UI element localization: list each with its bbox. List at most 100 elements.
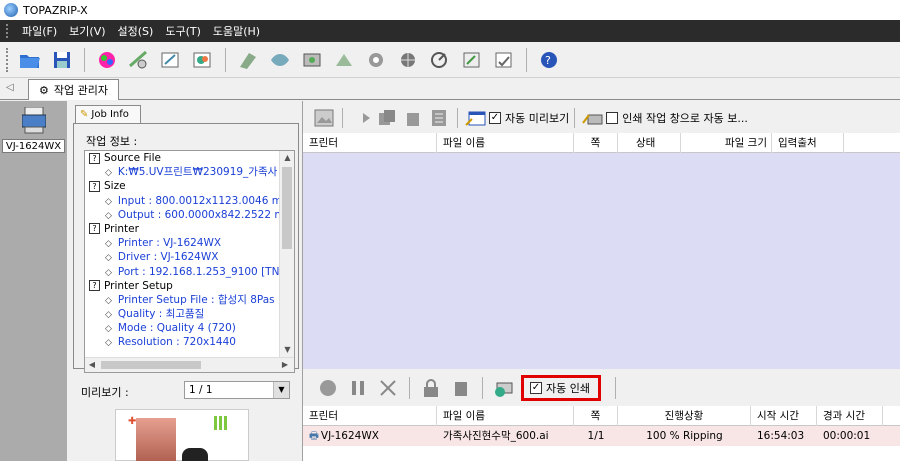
col-input-source[interactable]: 입력출처 — [772, 133, 844, 153]
chevron-down-icon[interactable]: ▼ — [273, 382, 289, 398]
tree-section[interactable]: ? Size — [85, 179, 280, 193]
diamond-bullet-icon: ◇ — [105, 239, 112, 250]
auto-print-icon[interactable] — [492, 376, 516, 400]
tree-section[interactable]: ? Source File — [85, 151, 280, 165]
tree-item[interactable]: ◇ Mode : Quality 4 (720) — [85, 321, 280, 335]
tool-g-icon[interactable] — [428, 48, 452, 72]
preview-row: 미리보기 : 1 / 1 ▼ — [81, 381, 293, 401]
preview-image-pattern — [214, 416, 228, 430]
printer-tile[interactable]: VJ-1624WX — [2, 105, 65, 155]
print-toolbar: ✓ 자동 인쇄 — [303, 371, 900, 405]
tree-horizontal-scrollbar[interactable]: ◀ ▶ — [85, 357, 294, 372]
col2-printer[interactable]: 프린터 — [303, 406, 437, 426]
job-properties-icon[interactable] — [428, 107, 450, 129]
preview-thumbnail: ✚ — [115, 409, 249, 461]
menu-view[interactable]: 보기(V) — [63, 23, 111, 39]
tool-b-icon[interactable] — [268, 48, 292, 72]
main-toolbar: ? — [0, 42, 900, 78]
tree-item[interactable]: ◇ Quality : 최고품질 — [85, 307, 280, 321]
scroll-right-icon[interactable]: ▶ — [278, 358, 292, 372]
cancel-icon[interactable] — [376, 376, 400, 400]
pause-icon[interactable] — [346, 376, 370, 400]
col-printer[interactable]: 프린터 — [303, 133, 437, 153]
col2-page[interactable]: 쪽 — [574, 406, 618, 426]
col-file-name[interactable]: 파일 이름 — [437, 133, 574, 153]
tree-vertical-scrollbar[interactable]: ▲ ▼ — [279, 151, 294, 357]
edit-icon[interactable] — [159, 48, 183, 72]
tree-text: Mode : Quality 4 (720) — [117, 322, 236, 335]
menu-help[interactable]: 도움말(H) — [207, 23, 266, 39]
remove-job-icon[interactable] — [449, 376, 473, 400]
menu-settings[interactable]: 설정(S) — [112, 23, 160, 39]
tab-scroll-left-icon[interactable]: ◁ — [6, 82, 14, 93]
auto-preview-checkbox[interactable]: ✓ — [489, 112, 501, 124]
menu-file[interactable]: 파일(F) — [16, 23, 63, 39]
print-window-icon[interactable] — [582, 107, 604, 129]
auto-print-toggle[interactable]: ✓ 자동 인쇄 — [521, 375, 601, 401]
tool-e-icon[interactable] — [364, 48, 388, 72]
tool-d-icon[interactable] — [332, 48, 356, 72]
tree-item[interactable]: ◇ Printer Setup File : 합성지 8Pas — [85, 293, 280, 307]
delete-job-icon[interactable] — [402, 107, 424, 129]
tree-text: Printer — [104, 222, 139, 235]
help-box-icon: ? — [89, 223, 100, 235]
move-job-icon[interactable] — [350, 107, 372, 129]
tree-text: Size — [104, 180, 126, 193]
scroll-up-icon[interactable]: ▲ — [280, 151, 294, 165]
col2-file-name[interactable]: 파일 이름 — [437, 406, 574, 426]
calibration-icon[interactable] — [127, 48, 151, 72]
col-file-size[interactable]: 파일 크기 — [681, 133, 772, 153]
queue-toolbar: ✓ 자동 미리보기 인쇄 작업 창으로 자동 보... — [303, 105, 900, 131]
tree-item[interactable]: ◇ Port : 192.168.1.253_9100 [TNS — [85, 265, 280, 279]
tree-item[interactable]: ◇ Resolution : 720x1440 — [85, 335, 280, 349]
row-progress: 100 % Ripping — [646, 430, 723, 442]
print-window-label: 인쇄 작업 창으로 자동 보... — [622, 112, 748, 125]
profile-icon[interactable] — [191, 48, 215, 72]
col2-progress[interactable]: 진행상황 — [618, 406, 751, 426]
lock-icon[interactable] — [419, 376, 443, 400]
col-page[interactable]: 쪽 — [574, 133, 618, 153]
tree-item[interactable]: ◇ Output : 600.0000x842.2522 mm — [85, 208, 280, 222]
view-image-icon[interactable] — [313, 107, 335, 129]
print-start-icon[interactable] — [316, 376, 340, 400]
hscroll-thumb[interactable] — [101, 361, 201, 369]
tree-item[interactable]: ◇ K:₩5.UV프린트₩230919_가족사 — [85, 165, 280, 179]
tree-section[interactable]: ? Printer Setup — [85, 279, 280, 293]
col2-start-time[interactable]: 시작 시간 — [751, 406, 817, 426]
auto-preview-icon[interactable] — [465, 107, 487, 129]
tool-c-icon[interactable] — [300, 48, 324, 72]
printer-icon — [21, 106, 47, 135]
tree-item[interactable]: ◇ Driver : VJ-1624WX — [85, 250, 280, 264]
print-window-checkbox[interactable] — [606, 112, 619, 124]
tab-job-info[interactable]: ✎ Job Info — [75, 105, 141, 123]
tree-item[interactable]: ◇ Input : 800.0012x1123.0046 mm — [85, 194, 280, 208]
tab-job-manager[interactable]: ⚙ 작업 관리자 — [28, 79, 119, 100]
open-folder-icon[interactable] — [18, 48, 42, 72]
job-info-tree[interactable]: ? Source File ◇ K:₩5.UV프린트₩230919_가족사? Size ◇… — [84, 150, 295, 373]
color-settings-icon[interactable] — [95, 48, 119, 72]
print-table-empty-area[interactable] — [303, 446, 900, 461]
tool-f-icon[interactable] — [396, 48, 420, 72]
tool-h-icon[interactable] — [460, 48, 484, 72]
tool-a-icon[interactable] — [236, 48, 260, 72]
scroll-left-icon[interactable]: ◀ — [85, 358, 99, 372]
tree-section[interactable]: ? Printer — [85, 222, 280, 236]
copy-job-icon[interactable] — [376, 107, 398, 129]
save-icon[interactable] — [50, 48, 74, 72]
menu-bar: 파일(F) 보기(V) 설정(S) 도구(T) 도움말(H) — [0, 20, 900, 42]
row-page: 1/1 — [587, 430, 605, 442]
menu-tools[interactable]: 도구(T) — [159, 23, 207, 39]
scroll-thumb[interactable] — [282, 167, 292, 249]
queue-table-body[interactable] — [303, 153, 900, 369]
col-status[interactable]: 상태 — [618, 133, 681, 153]
table-row[interactable]: 🖶 VJ-1624WX 가족사진현수막_600.ai 1/1 100 % Ripp… — [303, 426, 900, 446]
help-icon[interactable]: ? — [537, 48, 561, 72]
scroll-down-icon[interactable]: ▼ — [280, 343, 294, 357]
tree-item[interactable]: ◇ Printer : VJ-1624WX — [85, 236, 280, 250]
tool-i-icon[interactable] — [492, 48, 516, 72]
toolbar-separator — [614, 377, 616, 399]
col2-elapsed-time[interactable]: 경과 시간 — [817, 406, 883, 426]
preview-page-select[interactable]: 1 / 1 ▼ — [184, 381, 290, 399]
auto-print-checkbox[interactable]: ✓ — [530, 382, 542, 394]
diamond-bullet-icon: ◇ — [105, 267, 112, 278]
